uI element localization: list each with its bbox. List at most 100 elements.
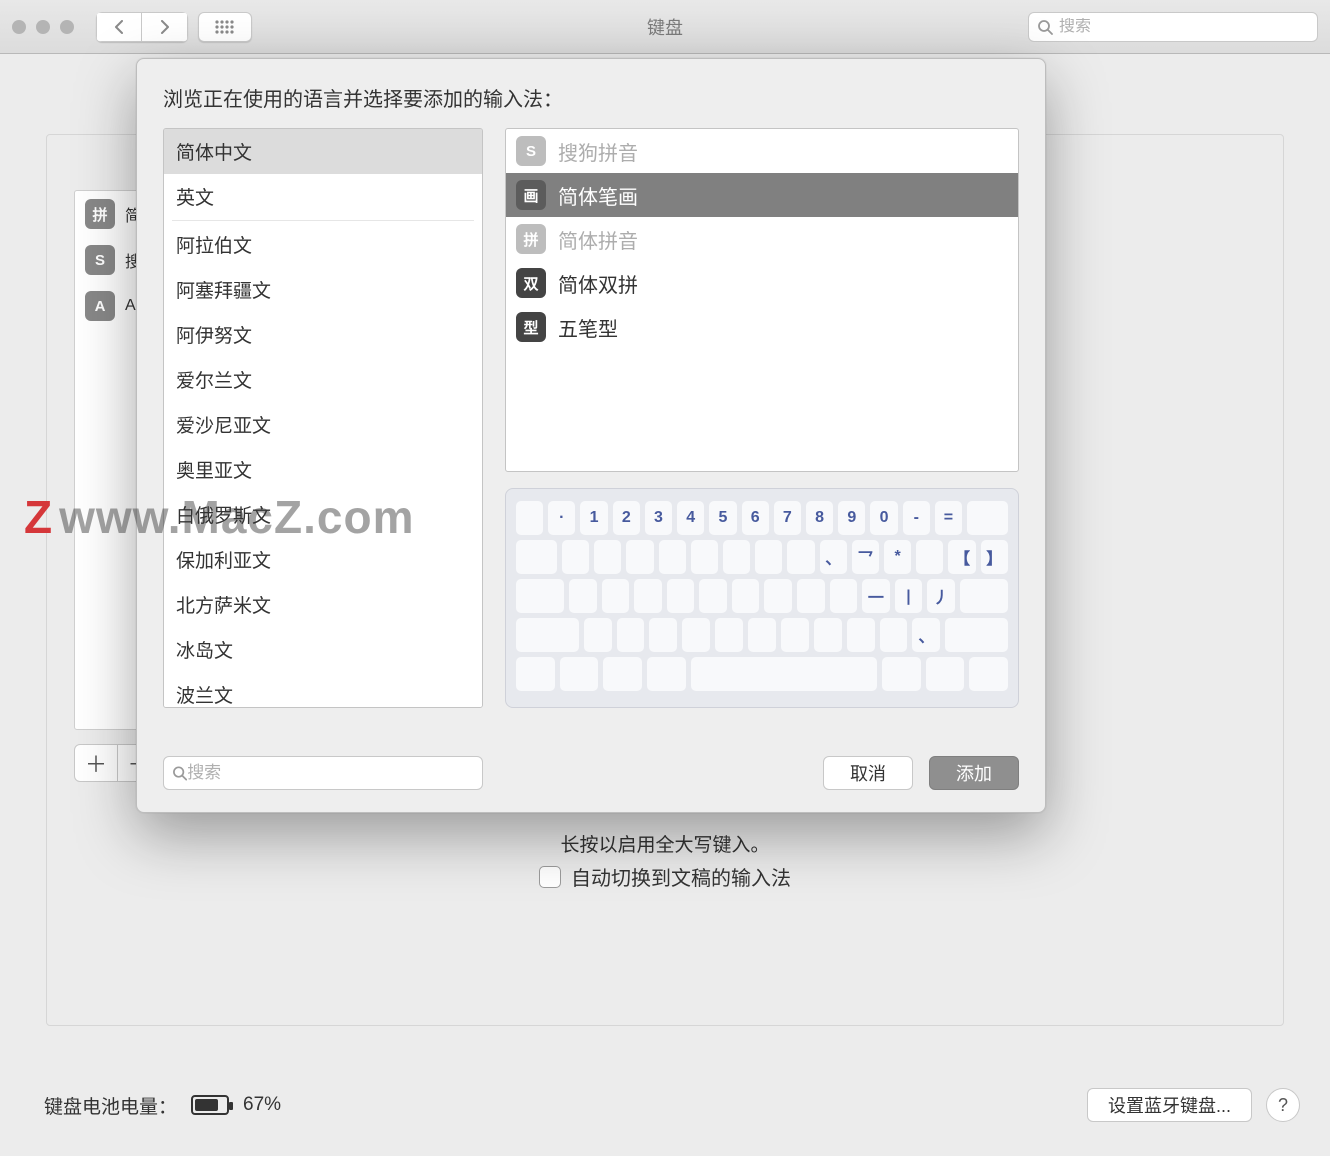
add-source-button[interactable]: ＋ xyxy=(75,745,117,781)
input-method-label: 简体双拼 xyxy=(558,269,638,298)
language-item[interactable]: 保加利亚文 xyxy=(164,537,482,582)
cancel-button[interactable]: 取消 xyxy=(823,756,913,790)
language-item[interactable]: 冰岛文 xyxy=(164,627,482,672)
language-item[interactable]: 阿拉伯文 xyxy=(164,222,482,267)
language-item[interactable]: 阿塞拜疆文 xyxy=(164,267,482,312)
toolbar-search[interactable] xyxy=(1028,12,1318,42)
divider xyxy=(172,220,474,221)
keyboard-key xyxy=(882,657,921,691)
keyboard-key xyxy=(667,579,695,613)
keyboard-key xyxy=(617,618,645,652)
keyboard-key xyxy=(516,579,564,613)
keyboard-key xyxy=(603,657,642,691)
keyboard-key xyxy=(797,579,825,613)
keyboard-key xyxy=(516,540,557,574)
show-all-button[interactable] xyxy=(198,12,252,42)
language-item[interactable]: 北方萨米文 xyxy=(164,582,482,627)
keyboard-key xyxy=(562,540,589,574)
battery-percent: 67% xyxy=(243,1094,281,1116)
nav-buttons xyxy=(96,12,188,42)
sheet-search-input[interactable] xyxy=(187,763,474,783)
keyboard-key xyxy=(516,618,579,652)
keyboard-key: - xyxy=(903,501,930,535)
keyboard-key: 9 xyxy=(838,501,865,535)
keyboard-preview: ·1234567890-=、乛*【】一丨丿、 xyxy=(505,488,1019,708)
keyboard-key: · xyxy=(548,501,575,535)
language-item[interactable]: 英文 xyxy=(164,174,482,219)
input-method-list[interactable]: S搜狗拼音画简体笔画拼简体拼音双简体双拼型五笔型 xyxy=(505,128,1019,472)
keyboard-key xyxy=(699,579,727,613)
keyboard-key: 、 xyxy=(820,540,847,574)
keyboard-key xyxy=(647,657,686,691)
input-source-icon: S xyxy=(85,245,115,275)
window-controls xyxy=(12,20,74,34)
toolbar-search-input[interactable] xyxy=(1059,18,1309,36)
input-method-icon: 双 xyxy=(516,268,546,298)
language-item[interactable]: 爱尔兰文 xyxy=(164,357,482,402)
input-method-item[interactable]: 画简体笔画 xyxy=(506,173,1018,217)
bluetooth-keyboard-button[interactable]: 设置蓝牙键盘... xyxy=(1087,1088,1252,1122)
maximize-icon[interactable] xyxy=(60,20,74,34)
input-source-icon: A xyxy=(85,291,115,321)
input-method-label: 简体笔画 xyxy=(558,181,638,210)
language-item[interactable]: 奥里亚文 xyxy=(164,447,482,492)
keyboard-key: 5 xyxy=(709,501,736,535)
search-icon xyxy=(1037,19,1053,35)
keyboard-key: 一 xyxy=(862,579,890,613)
language-item[interactable]: 波兰文 xyxy=(164,672,482,708)
language-list[interactable]: 简体中文英文阿拉伯文阿塞拜疆文阿伊努文爱尔兰文爱沙尼亚文奥里亚文白俄罗斯文保加利… xyxy=(163,128,483,708)
keyboard-key: 6 xyxy=(742,501,769,535)
keyboard-key xyxy=(715,618,743,652)
back-button[interactable] xyxy=(96,12,142,42)
keyboard-key xyxy=(723,540,750,574)
keyboard-key xyxy=(847,618,875,652)
keyboard-key: 4 xyxy=(677,501,704,535)
language-item[interactable]: 简体中文 xyxy=(164,129,482,174)
keyboard-key xyxy=(691,657,877,691)
language-item[interactable]: 白俄罗斯文 xyxy=(164,492,482,537)
minimize-icon[interactable] xyxy=(36,20,50,34)
keyboard-key xyxy=(691,540,718,574)
keyboard-key xyxy=(516,501,543,535)
keyboard-key: 丿 xyxy=(927,579,955,613)
keyboard-key xyxy=(880,618,908,652)
add-input-source-sheet: 浏览正在使用的语言并选择要添加的输入法： 简体中文英文阿拉伯文阿塞拜疆文阿伊努文… xyxy=(136,58,1046,813)
keyboard-key: 丨 xyxy=(895,579,923,613)
keyboard-key xyxy=(584,618,612,652)
keyboard-key: 3 xyxy=(645,501,672,535)
input-method-item: S搜狗拼音 xyxy=(506,129,1018,173)
keyboard-key xyxy=(967,501,1008,535)
keyboard-key xyxy=(926,657,965,691)
keyboard-key xyxy=(945,618,1008,652)
keyboard-battery: 键盘电池电量： 67% xyxy=(44,1092,281,1119)
input-method-item: 拼简体拼音 xyxy=(506,217,1018,261)
keyboard-key xyxy=(748,618,776,652)
keyboard-key xyxy=(682,618,710,652)
keyboard-key xyxy=(560,657,599,691)
keyboard-key: 2 xyxy=(613,501,640,535)
auto-switch-checkbox[interactable] xyxy=(539,866,561,888)
keyboard-key xyxy=(649,618,677,652)
language-item[interactable]: 阿伊努文 xyxy=(164,312,482,357)
input-source-label: A xyxy=(125,297,136,315)
keyboard-key xyxy=(516,657,555,691)
keyboard-key xyxy=(569,579,597,613)
auto-switch-row: 自动切换到文稿的输入法 xyxy=(0,862,1330,891)
battery-icon xyxy=(191,1095,229,1115)
close-icon[interactable] xyxy=(12,20,26,34)
sheet-instruction: 浏览正在使用的语言并选择要添加的输入法： xyxy=(163,83,1019,112)
input-method-item[interactable]: 双简体双拼 xyxy=(506,261,1018,305)
keyboard-key: 】 xyxy=(981,540,1008,574)
help-button[interactable]: ? xyxy=(1266,1088,1300,1122)
keyboard-key xyxy=(602,579,630,613)
keyboard-key xyxy=(960,579,1008,613)
input-method-label: 五笔型 xyxy=(558,313,618,342)
input-method-icon: S xyxy=(516,136,546,166)
input-method-icon: 拼 xyxy=(516,224,546,254)
language-item[interactable]: 爱沙尼亚文 xyxy=(164,402,482,447)
keyboard-key: 乛 xyxy=(852,540,879,574)
sheet-search[interactable] xyxy=(163,756,483,790)
add-button[interactable]: 添加 xyxy=(929,756,1019,790)
input-method-item[interactable]: 型五笔型 xyxy=(506,305,1018,349)
forward-button[interactable] xyxy=(142,12,188,42)
